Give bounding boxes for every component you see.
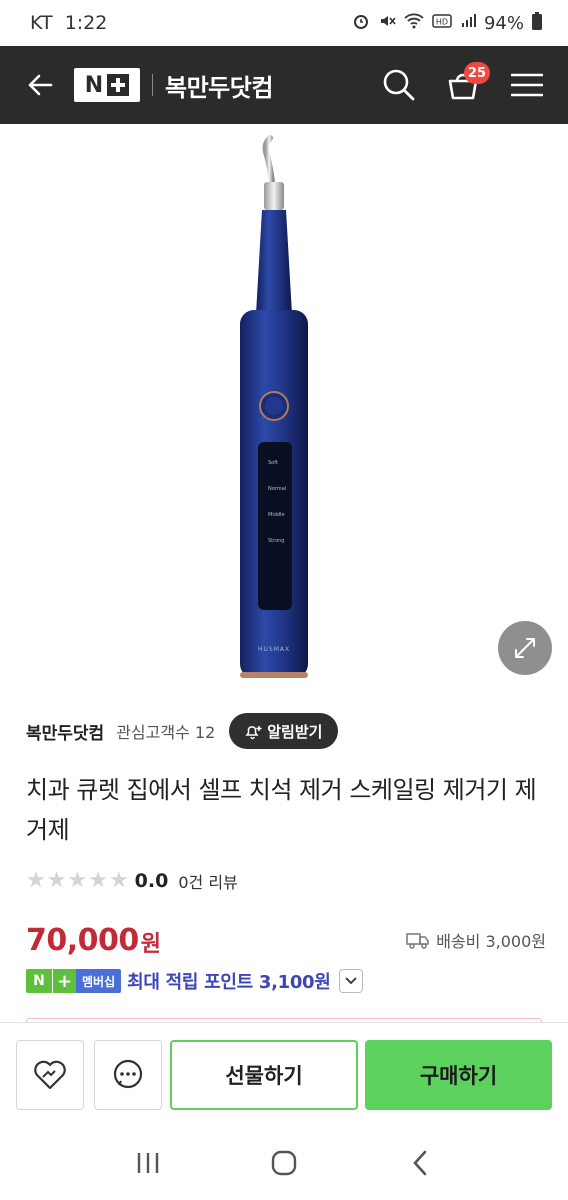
- svg-text:HD: HD: [436, 17, 448, 26]
- arrow-left-icon: [28, 74, 53, 96]
- status-right: HD 94%: [352, 11, 542, 35]
- price-row: 70,000 원 배송비 3,000원: [26, 918, 546, 962]
- price-currency: 원: [140, 932, 162, 957]
- home-icon: [271, 1150, 297, 1176]
- truck-icon: [406, 933, 429, 949]
- shipping-info: 배송비 3,000원: [406, 928, 546, 952]
- mute-icon: [378, 12, 396, 35]
- product-photo: [240, 135, 308, 678]
- device-mode-middle: Middle: [268, 512, 285, 518]
- expand-image-button[interactable]: [498, 621, 552, 675]
- recent-apps-icon: [137, 1153, 159, 1173]
- hd-icon: HD: [432, 13, 452, 34]
- device-brand: HUSMAX: [258, 646, 291, 653]
- chevron-left-icon: [413, 1150, 427, 1176]
- search-button[interactable]: [378, 64, 420, 106]
- menu-button[interactable]: [506, 64, 548, 106]
- rating-row[interactable]: ★ ★ ★ ★ ★ 0.0 0건 리뷰: [26, 866, 238, 896]
- heart-icon: [34, 1060, 66, 1090]
- back-button[interactable]: [20, 65, 60, 105]
- signal-icon: [460, 13, 476, 34]
- expand-icon: [515, 638, 535, 658]
- badge-label: 멤버십: [76, 969, 122, 993]
- clock: 1:22: [64, 12, 108, 34]
- recent-apps-button[interactable]: [123, 1138, 173, 1188]
- star-icon: ★: [108, 868, 129, 893]
- gift-button[interactable]: 선물하기: [170, 1040, 358, 1110]
- rating-stars: ★ ★ ★ ★ ★: [26, 870, 129, 892]
- review-count[interactable]: 0건 리뷰: [178, 869, 237, 893]
- naver-plus-membership-badge: N + 멤버십: [26, 969, 122, 993]
- device-mode-normal: Normal: [268, 486, 287, 492]
- header-divider: [152, 74, 153, 96]
- app-header: N 복만두닷컴 25: [0, 46, 568, 124]
- battery-percent: 94%: [483, 12, 524, 34]
- star-icon: ★: [26, 868, 46, 893]
- store-title[interactable]: 복만두닷컴: [165, 68, 273, 103]
- battery-icon: [532, 11, 542, 35]
- price-amount: 70,000: [26, 922, 139, 958]
- badge-plus-icon: +: [52, 969, 76, 993]
- cart-count-badge: 25: [463, 62, 490, 84]
- alarm-label: 알림받기: [267, 722, 323, 741]
- product-image[interactable]: Soft Normal Middle Strong HUSMAX: [0, 124, 568, 694]
- search-icon: [383, 69, 415, 101]
- purchase-action-bar: 선물하기 구매하기: [0, 1022, 568, 1126]
- chevron-down-icon: [344, 977, 357, 985]
- alarm-icon: [352, 12, 370, 35]
- interest-count: 관심고객수 12: [116, 723, 216, 742]
- bell-plus-icon: [245, 726, 262, 740]
- product-title: 치과 큐렛 집에서 셀프 치석 제거 스케일링 제거기 제거제: [26, 776, 537, 844]
- status-bar: KT 1:22 HD 94%: [0, 0, 568, 46]
- nav-back-button[interactable]: [395, 1138, 445, 1188]
- star-icon: ★: [88, 868, 108, 893]
- naver-plus-logo[interactable]: N: [74, 68, 140, 102]
- star-icon: ★: [46, 868, 67, 893]
- header-actions: 25: [378, 62, 548, 106]
- badge-n: N: [26, 969, 52, 993]
- device-mode-strong: Strong: [268, 538, 285, 544]
- chat-icon: [113, 1059, 143, 1089]
- seller-row: 복만두닷컴 관심고객수 12 알림받기: [26, 710, 546, 752]
- plus-icon: [107, 74, 130, 96]
- buy-button[interactable]: 구매하기: [365, 1040, 552, 1110]
- points-row: N + 멤버십 최대 적립 포인트 3,100원: [26, 966, 363, 996]
- android-nav-bar: [0, 1126, 568, 1200]
- logo-letter: N: [84, 72, 104, 98]
- alarm-subscribe-button[interactable]: 알림받기: [229, 713, 339, 749]
- talktalk-button[interactable]: [94, 1040, 162, 1110]
- hamburger-menu-icon: [511, 73, 543, 97]
- home-button[interactable]: [259, 1138, 309, 1188]
- seller-name[interactable]: 복만두닷컴: [26, 719, 104, 744]
- star-icon: ★: [67, 868, 88, 893]
- cart-button[interactable]: 25: [442, 62, 490, 106]
- status-left: KT 1:22: [30, 12, 107, 34]
- device-mode-soft: Soft: [268, 460, 278, 466]
- wishlist-button[interactable]: [16, 1040, 84, 1110]
- max-points-text: 최대 적립 포인트 3,100원: [127, 972, 331, 993]
- rating-value: 0.0: [134, 870, 169, 892]
- wifi-icon: [404, 12, 424, 35]
- points-expand-button[interactable]: [338, 969, 363, 993]
- carrier: KT: [30, 12, 53, 34]
- shipping-fee: 배송비 3,000원: [436, 932, 546, 951]
